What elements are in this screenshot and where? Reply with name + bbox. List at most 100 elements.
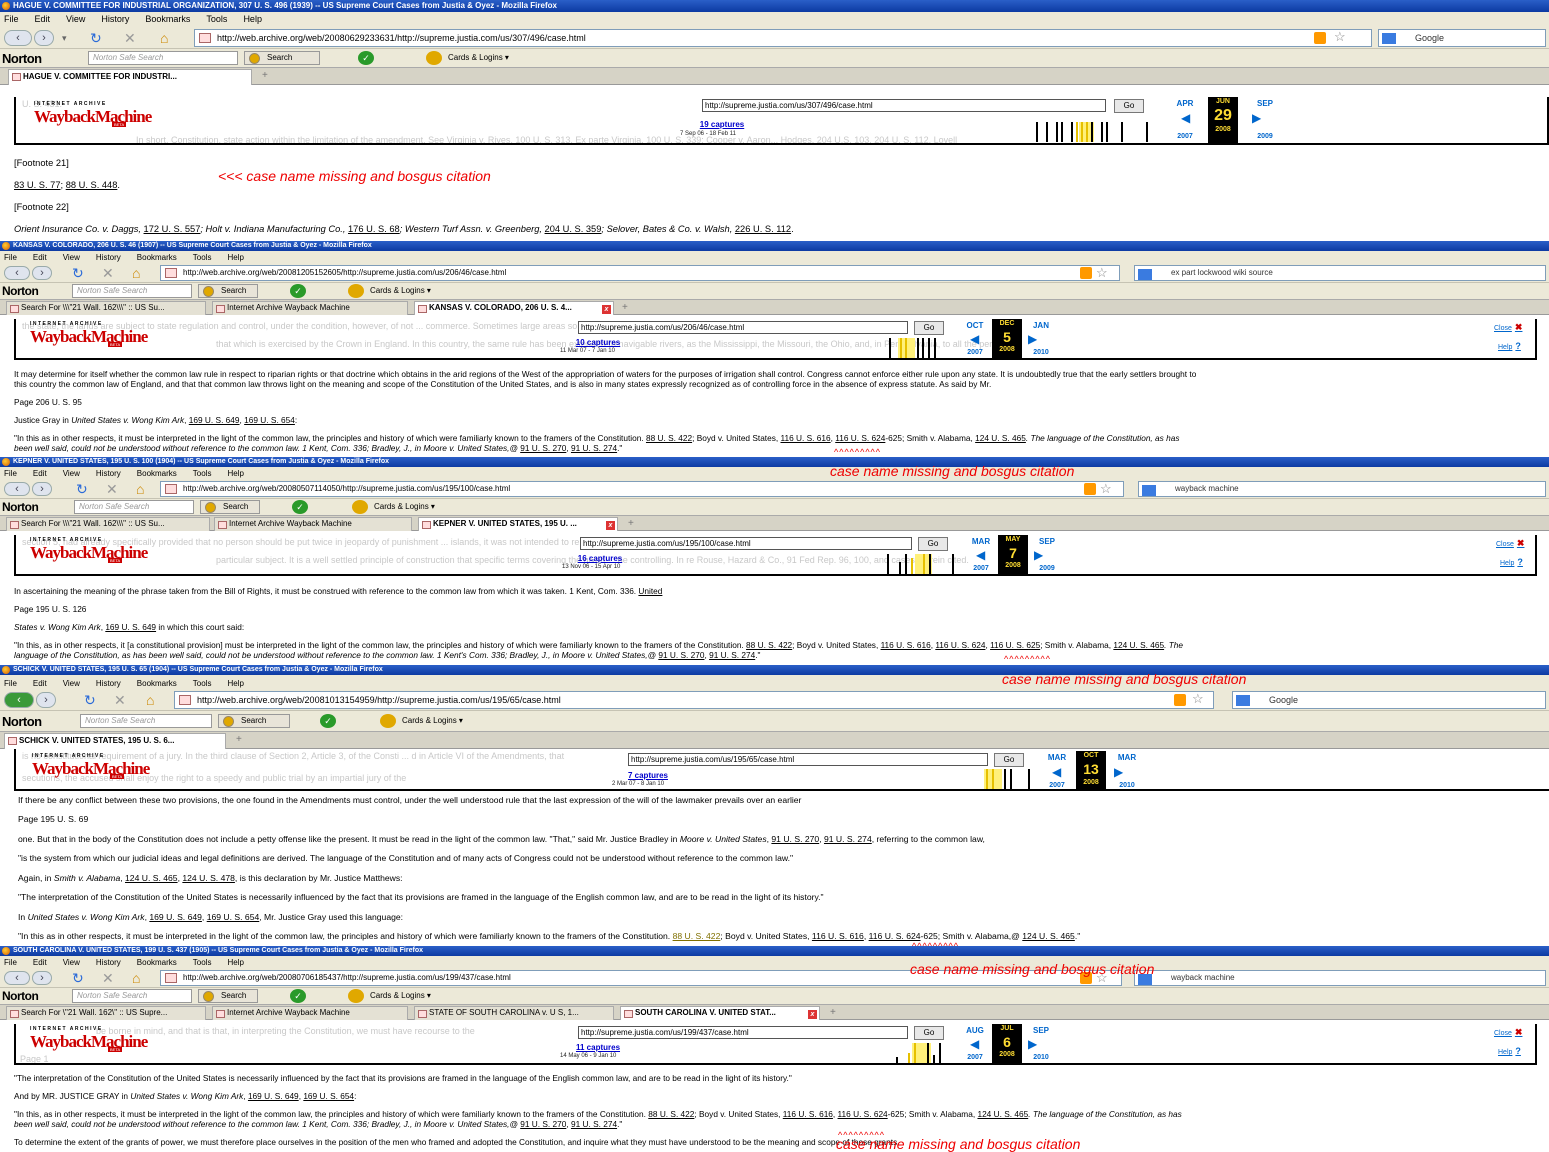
menu-file[interactable]: File xyxy=(4,679,17,688)
menu-history[interactable]: History xyxy=(96,958,121,967)
citation-link[interactable]: 88 U. S. 422 xyxy=(646,433,692,443)
citation-link[interactable]: 116 U. S. 624 xyxy=(838,1109,888,1119)
citation-link[interactable]: 169 U. S. 654 xyxy=(207,912,260,922)
captures-link[interactable]: 19 captures xyxy=(692,120,752,129)
menu-file[interactable]: File xyxy=(4,469,17,478)
prev-arrow-icon[interactable]: ◀ xyxy=(976,548,985,562)
norton-search-button[interactable]: Search xyxy=(218,714,290,728)
menu-bookmarks[interactable]: Bookmarks xyxy=(137,679,177,688)
next-year[interactable]: 2010 xyxy=(1026,1054,1056,1061)
wayback-close-button[interactable]: Close ✖ xyxy=(1494,1027,1522,1038)
citation-link[interactable]: 116 U. S. 616 xyxy=(812,931,864,941)
next-arrow-icon[interactable]: ▶ xyxy=(1034,548,1043,562)
next-arrow-icon[interactable]: ▶ xyxy=(1028,1037,1037,1051)
prev-year[interactable]: 2007 xyxy=(966,565,996,572)
citation-link[interactable]: 116 U. S. 625 xyxy=(990,640,1040,650)
prev-year[interactable]: 2007 xyxy=(1170,133,1200,140)
norton-search-button[interactable]: Search xyxy=(244,51,320,65)
menu-file[interactable]: File xyxy=(4,14,19,24)
citation-link[interactable]: 116 U. S. 616 xyxy=(881,640,931,650)
search-box[interactable]: Google xyxy=(1378,29,1546,47)
reload-icon[interactable]: ↻ xyxy=(90,30,102,46)
prev-month[interactable]: APR xyxy=(1170,99,1200,108)
menu-tools[interactable]: Tools xyxy=(206,14,227,24)
prev-month[interactable]: OCT xyxy=(960,321,990,330)
tab-search[interactable]: Search For \\\"21 Wall. 162\\\" :: US Su… xyxy=(6,301,206,315)
new-tab-icon[interactable]: + xyxy=(622,302,628,313)
citation-link[interactable]: 91 U. S. 270 xyxy=(658,650,704,660)
forward-button[interactable]: › xyxy=(36,692,56,708)
menu-edit[interactable]: Edit xyxy=(33,469,47,478)
citation-link[interactable]: 116 U. S. 616 xyxy=(780,433,830,443)
wayback-url-input[interactable]: http://supreme.justia.com/us/307/496/cas… xyxy=(702,99,1106,112)
home-icon[interactable]: ⌂ xyxy=(160,30,168,46)
citation-link[interactable]: 91 U. S. 274 xyxy=(571,443,617,453)
menu-edit[interactable]: Edit xyxy=(33,679,47,688)
citation-link[interactable]: 124 U. S. 478 xyxy=(182,873,235,883)
citation-link[interactable]: 124 U. S. 465 xyxy=(977,1109,1028,1119)
prev-arrow-icon[interactable]: ◀ xyxy=(970,332,979,346)
prev-month[interactable]: AUG xyxy=(960,1026,990,1035)
menu-view[interactable]: View xyxy=(63,253,80,262)
next-month[interactable]: SEP xyxy=(1250,99,1280,108)
stop-icon[interactable]: ✕ xyxy=(124,30,136,46)
menu-view[interactable]: View xyxy=(63,469,80,478)
next-month[interactable]: SEP xyxy=(1032,537,1062,546)
citation-link[interactable]: 169 U. S. 649 xyxy=(248,1091,299,1101)
tab-wayback[interactable]: Internet Archive Wayback Machine xyxy=(214,517,412,531)
menu-history[interactable]: History xyxy=(96,253,121,262)
norton-search-input[interactable]: Norton Safe Search xyxy=(80,714,212,728)
next-arrow-icon[interactable]: ▶ xyxy=(1252,111,1261,125)
close-tab-icon[interactable]: x xyxy=(606,521,615,530)
wayback-url-input[interactable]: http://supreme.justia.com/us/195/100/cas… xyxy=(580,537,912,550)
citation-link[interactable]: 169 U. S. 649 xyxy=(149,912,202,922)
rss-icon[interactable] xyxy=(1314,32,1326,44)
new-tab-icon[interactable]: + xyxy=(830,1007,836,1018)
address-bar[interactable]: http://web.archive.org/web/2008101315495… xyxy=(174,691,1214,709)
tab-kepner[interactable]: KEPNER V. UNITED STATES, 195 U. ... x xyxy=(418,517,618,531)
tab-south-carolina[interactable]: SOUTH CAROLINA V. UNITED STAT... x xyxy=(620,1006,820,1020)
norton-safe-icon[interactable]: ✓ xyxy=(358,51,374,65)
back-button[interactable]: ‹ xyxy=(4,692,34,708)
prev-year[interactable]: 2007 xyxy=(960,1054,990,1061)
citation-link[interactable]: 124 U. S. 465 xyxy=(1113,640,1164,650)
search-box[interactable]: Google xyxy=(1232,691,1546,709)
citation-link[interactable]: United xyxy=(638,586,662,596)
menu-help[interactable]: Help xyxy=(227,469,243,478)
rss-icon[interactable] xyxy=(1084,483,1096,495)
prev-arrow-icon[interactable]: ◀ xyxy=(1181,111,1190,125)
wayback-help-link[interactable]: Help? xyxy=(1498,341,1521,351)
menu-help[interactable]: Help xyxy=(243,14,262,24)
norton-safe-icon[interactable]: ✓ xyxy=(292,500,308,514)
citation-link[interactable]: 116 U. S. 624 xyxy=(835,433,885,443)
norton-search-input[interactable]: Norton Safe Search xyxy=(72,989,192,1003)
cards-logins-button[interactable]: Cards & Logins ▾ xyxy=(348,284,431,298)
capture-sparkline[interactable] xyxy=(858,554,958,574)
menu-view[interactable]: View xyxy=(66,14,85,24)
reload-icon[interactable]: ↻ xyxy=(72,970,84,986)
captures-link[interactable]: 7 captures xyxy=(616,771,680,780)
citation-link[interactable]: 91 U. S. 270 xyxy=(771,834,819,844)
citation-link[interactable]: 124 U. S. 465 xyxy=(975,433,1026,443)
search-box[interactable]: ex part lockwood wiki source xyxy=(1134,265,1546,281)
citation-link[interactable]: 91 U. S. 270 xyxy=(520,1119,566,1129)
rss-icon[interactable] xyxy=(1174,694,1186,706)
captures-link[interactable]: 11 captures xyxy=(568,1043,628,1052)
citation-link[interactable]: 172 U. S. 557 xyxy=(144,224,201,234)
forward-button[interactable]: › xyxy=(32,971,52,985)
menu-edit[interactable]: Edit xyxy=(35,14,51,24)
address-bar[interactable]: http://web.archive.org/web/2008050711405… xyxy=(160,481,1124,497)
norton-search-button[interactable]: Search xyxy=(200,500,260,514)
footnote-21-link[interactable]: [Footnote 21] xyxy=(14,158,1543,168)
menu-file[interactable]: File xyxy=(4,253,17,262)
tab-kansas[interactable]: KANSAS V. COLORADO, 206 U. S. 4... x xyxy=(414,301,614,315)
wayback-url-input[interactable]: http://supreme.justia.com/us/199/437/cas… xyxy=(578,1026,908,1039)
stop-icon[interactable]: ✕ xyxy=(102,970,114,986)
tab-schick[interactable]: SCHICK V. UNITED STATES, 195 U. S. 6... xyxy=(4,733,226,749)
norton-search-input[interactable]: Norton Safe Search xyxy=(72,284,192,298)
stop-icon[interactable]: ✕ xyxy=(102,265,114,281)
menu-view[interactable]: View xyxy=(63,679,80,688)
new-tab-icon[interactable]: + xyxy=(262,70,268,81)
norton-search-button[interactable]: Search xyxy=(198,284,258,298)
wayback-logo[interactable]: INTERNET ARCHIVE WaybackMachine BETA xyxy=(30,537,148,567)
